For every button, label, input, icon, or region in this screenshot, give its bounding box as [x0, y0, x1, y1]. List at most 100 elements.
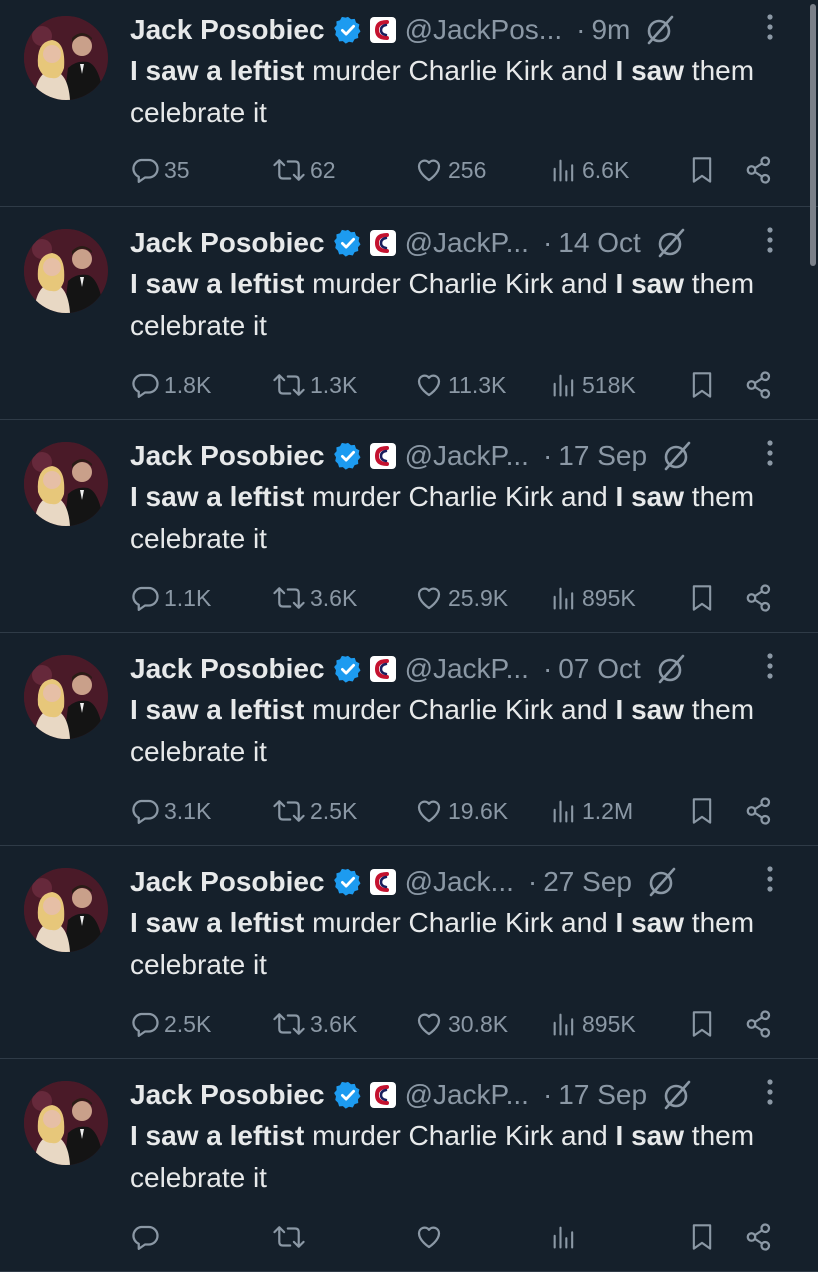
affiliate-badge-icon[interactable] — [369, 442, 397, 470]
more-options-icon[interactable] — [766, 438, 774, 468]
like-button[interactable] — [414, 1222, 550, 1252]
reply-count: 35 — [164, 156, 190, 183]
reply-button[interactable]: 3.1K — [130, 796, 272, 826]
tweet-actions — [130, 1219, 798, 1255]
share-button[interactable] — [744, 370, 778, 400]
repost-button[interactable]: 3.6K — [272, 583, 414, 613]
bookmark-button[interactable] — [688, 1008, 744, 1040]
views-button[interactable]: 895K — [550, 1009, 688, 1039]
tweet-text-part: murder Charlie Kirk and — [304, 907, 616, 938]
more-options-icon[interactable] — [766, 651, 774, 681]
avatar[interactable] — [24, 442, 108, 526]
repost-button[interactable]: 1.3K — [272, 370, 414, 400]
more-options-icon[interactable] — [766, 1077, 774, 1107]
author-handle[interactable]: @JackP... — [405, 440, 529, 472]
reply-button[interactable]: 2.5K — [130, 1009, 272, 1039]
affiliate-badge-icon[interactable] — [369, 16, 397, 44]
grok-icon[interactable] — [644, 14, 676, 46]
reply-button[interactable] — [130, 1222, 272, 1252]
author-handle[interactable]: @JackP... — [405, 653, 529, 685]
tweet[interactable]: Jack Posobiec @JackP... · 17 Sep I saw a… — [0, 1059, 818, 1272]
more-options-icon[interactable] — [766, 864, 774, 894]
like-icon — [414, 155, 444, 185]
author-name[interactable]: Jack Posobiec — [130, 14, 325, 46]
affiliate-badge-icon[interactable] — [369, 868, 397, 896]
share-button[interactable] — [744, 1222, 778, 1252]
views-button[interactable]: 1.2M — [550, 796, 688, 826]
author-name[interactable]: Jack Posobiec — [130, 653, 325, 685]
reply-button[interactable]: 1.1K — [130, 583, 272, 613]
views-button[interactable]: 6.6K — [550, 155, 688, 185]
affiliate-badge-icon[interactable] — [369, 1081, 397, 1109]
author-name[interactable]: Jack Posobiec — [130, 866, 325, 898]
tweet-timestamp[interactable]: 27 Sep — [543, 866, 632, 898]
bookmark-icon — [688, 154, 716, 186]
share-button[interactable] — [744, 1009, 778, 1039]
tweet-timestamp[interactable]: 17 Sep — [558, 440, 647, 472]
grok-icon[interactable] — [655, 227, 687, 259]
author-name[interactable]: Jack Posobiec — [130, 227, 325, 259]
tweet-timestamp[interactable]: 17 Sep — [558, 1079, 647, 1111]
reply-button[interactable]: 35 — [130, 155, 272, 185]
avatar[interactable] — [24, 16, 108, 100]
bookmark-button[interactable] — [688, 795, 744, 827]
more-options-icon[interactable] — [766, 12, 774, 42]
tweet[interactable]: Jack Posobiec @JackP... · 14 Oct I saw a… — [0, 207, 818, 420]
tweet-text-bold: I saw a leftist — [130, 268, 305, 299]
grok-icon[interactable] — [655, 653, 687, 685]
like-count: 25.9K — [448, 584, 509, 611]
tweet-timestamp[interactable]: 14 Oct — [558, 227, 640, 259]
grok-icon[interactable] — [661, 1079, 693, 1111]
tweet-timestamp[interactable]: 9m — [591, 14, 630, 46]
author-name[interactable]: Jack Posobiec — [130, 1079, 325, 1111]
author-handle[interactable]: @Jack... — [405, 866, 514, 898]
bookmark-button[interactable] — [688, 582, 744, 614]
repost-button[interactable]: 2.5K — [272, 796, 414, 826]
affiliate-badge-icon[interactable] — [369, 655, 397, 683]
reply-button[interactable]: 1.8K — [130, 370, 272, 400]
share-button[interactable] — [744, 155, 778, 185]
author-handle[interactable]: @JackP... — [405, 1079, 529, 1111]
tweet[interactable]: Jack Posobiec @JackP... · 07 Oct I saw a… — [0, 633, 818, 846]
grok-icon[interactable] — [661, 440, 693, 472]
share-button[interactable] — [744, 583, 778, 613]
repost-icon — [272, 155, 306, 185]
verified-badge-icon — [333, 15, 363, 45]
author-handle[interactable]: @JackPos... — [405, 14, 563, 46]
tweet[interactable]: Jack Posobiec @Jack... · 27 Sep I saw a … — [0, 846, 818, 1059]
views-button[interactable]: 518K — [550, 370, 688, 400]
like-button[interactable]: 30.8K — [414, 1009, 550, 1039]
repost-button[interactable]: 62 — [272, 155, 414, 185]
like-button[interactable]: 19.6K — [414, 796, 550, 826]
bookmark-icon — [688, 582, 716, 614]
views-icon — [550, 155, 578, 185]
avatar[interactable] — [24, 1081, 108, 1165]
share-button[interactable] — [744, 796, 778, 826]
author-handle[interactable]: @JackP... — [405, 227, 529, 259]
grok-icon[interactable] — [646, 866, 678, 898]
views-button[interactable]: 895K — [550, 583, 688, 613]
bookmark-button[interactable] — [688, 369, 744, 401]
scrollbar-thumb[interactable] — [810, 4, 816, 266]
avatar[interactable] — [24, 655, 108, 739]
like-icon — [414, 583, 444, 613]
tweet[interactable]: Jack Posobiec @JackP... · 17 Sep I saw a… — [0, 420, 818, 633]
like-button[interactable]: 25.9K — [414, 583, 550, 613]
author-name[interactable]: Jack Posobiec — [130, 440, 325, 472]
reply-icon — [130, 1009, 160, 1039]
more-options-icon[interactable] — [766, 225, 774, 255]
scrollbar[interactable] — [808, 0, 818, 270]
like-button[interactable]: 256 — [414, 155, 550, 185]
repost-button[interactable]: 3.6K — [272, 1009, 414, 1039]
repost-button[interactable] — [272, 1222, 414, 1252]
bookmark-button[interactable] — [688, 154, 744, 186]
avatar[interactable] — [24, 229, 108, 313]
tweet-timestamp[interactable]: 07 Oct — [558, 653, 640, 685]
avatar[interactable] — [24, 868, 108, 952]
bookmark-icon — [688, 795, 716, 827]
tweet[interactable]: Jack Posobiec @JackPos... · 9m I saw a l… — [0, 0, 818, 207]
affiliate-badge-icon[interactable] — [369, 229, 397, 257]
like-button[interactable]: 11.3K — [414, 370, 550, 400]
bookmark-button[interactable] — [688, 1221, 744, 1253]
views-button[interactable] — [550, 1222, 688, 1252]
